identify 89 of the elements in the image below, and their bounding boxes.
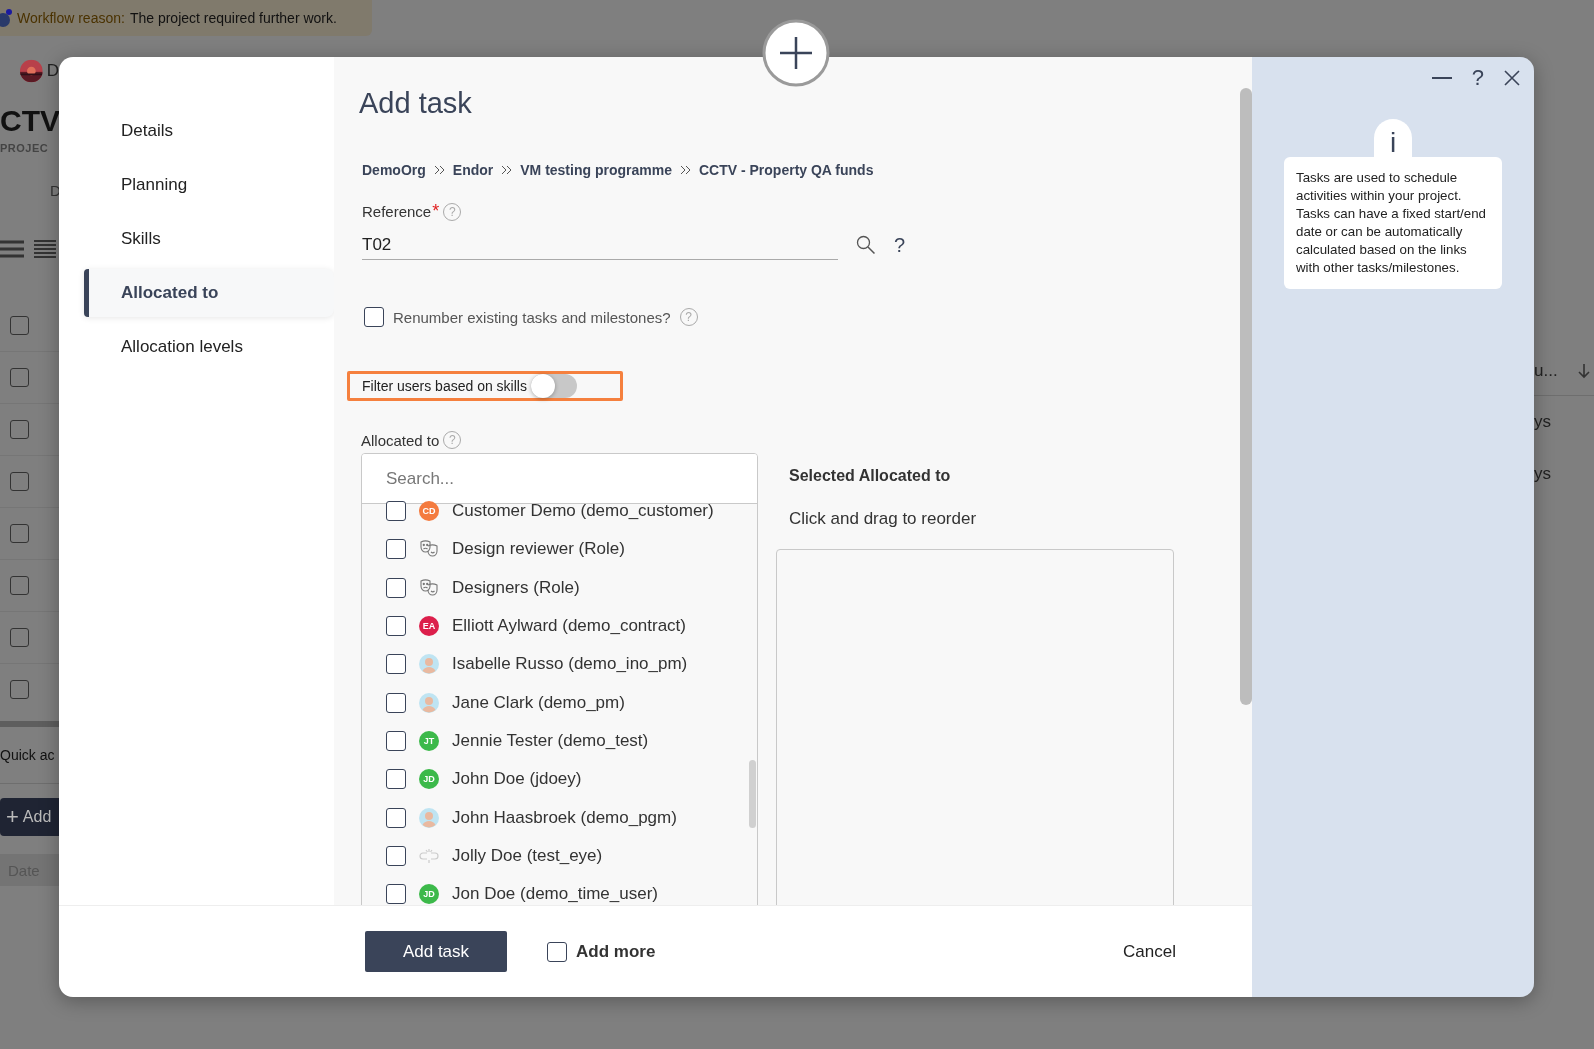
- user-checkbox[interactable]: [386, 616, 406, 637]
- row-checkbox[interactable]: [10, 628, 29, 647]
- masks-icon: [419, 539, 439, 560]
- checkbox-label: Renumber existing tasks and milestones?: [393, 308, 671, 326]
- scrollbar[interactable]: [1240, 88, 1252, 705]
- user-name: Jane Clark (demo_pm): [452, 692, 625, 713]
- user-avatar-icon: [419, 654, 439, 675]
- user-checkbox[interactable]: [386, 539, 406, 560]
- row-checkbox[interactable]: [10, 680, 29, 699]
- nav-item[interactable]: Planning: [84, 161, 334, 209]
- user-name: Customer Demo (demo_customer): [452, 501, 714, 522]
- renumber-checkbox[interactable]: [364, 307, 384, 327]
- user-checkbox[interactable]: [386, 769, 406, 790]
- help-button[interactable]: ?: [894, 233, 906, 257]
- user-avatar-icon: [419, 807, 439, 828]
- hint-text: Click and drag to reorder: [789, 509, 978, 529]
- row-checkbox[interactable]: [10, 472, 29, 491]
- user-checkbox[interactable]: [386, 730, 406, 751]
- nav-item[interactable]: Allocated to: [84, 269, 334, 317]
- user-name: Elliott Aylward (demo_contract): [452, 616, 686, 637]
- user-name: Designers (Role): [452, 577, 580, 598]
- banner-text: The project required further work.: [129, 10, 337, 26]
- field-label: Reference: [362, 203, 432, 220]
- sort-arrow-icon[interactable]: [1578, 362, 1590, 379]
- status-icon: [0, 8, 12, 28]
- checkbox-label: Add more: [576, 941, 656, 962]
- compact-list-icon[interactable]: [34, 239, 56, 259]
- nav-item[interactable]: Allocation levels: [84, 323, 334, 371]
- reference-field[interactable]: T02: [362, 230, 838, 260]
- breadcrumb-link[interactable]: Endor: [452, 162, 494, 178]
- row-checkbox[interactable]: [10, 368, 29, 387]
- search-field[interactable]: Search...: [362, 454, 757, 504]
- search-icon[interactable]: [856, 235, 876, 255]
- section-title: Selected Allocated to: [789, 467, 952, 485]
- add-button[interactable]: + Add: [0, 798, 59, 836]
- user-name: Jon Doe (demo_time_user): [452, 884, 658, 905]
- user-checkbox[interactable]: [386, 692, 406, 713]
- add-task-button[interactable]: Add task: [365, 931, 507, 972]
- breadcrumb-link[interactable]: VM testing programme: [520, 162, 672, 178]
- user-checkbox[interactable]: [386, 884, 406, 905]
- breadcrumb-link[interactable]: CCTV - Property QA funds: [698, 162, 874, 178]
- initials-avatar: EA: [419, 616, 439, 637]
- table-cell: ys: [1534, 464, 1551, 484]
- row-checkbox[interactable]: [10, 524, 29, 543]
- nav-item[interactable]: Details: [84, 107, 334, 155]
- user-checkbox[interactable]: [386, 845, 406, 866]
- cancel-button[interactable]: Cancel: [1117, 940, 1182, 963]
- nav-item[interactable]: Skills: [84, 215, 334, 263]
- info-mark: i: [1374, 119, 1412, 157]
- table-cell: ys: [1534, 412, 1551, 432]
- user-name: D: [46, 61, 59, 81]
- close-button[interactable]: [1504, 70, 1520, 86]
- list-view-icon[interactable]: [0, 239, 24, 259]
- chevron-icon: [501, 165, 513, 175]
- user-name: John Haasbroek (demo_pgm): [452, 807, 677, 828]
- scrollbar[interactable]: [749, 760, 756, 828]
- initials-avatar: JD: [419, 884, 439, 905]
- row-checkbox[interactable]: [10, 420, 29, 439]
- user-avatar-icon: [419, 692, 439, 713]
- info-text: Tasks are used to schedule activities within your project. Tasks can have a fixed start/end date or can be automatically calculated based on the links with other tasks/milestones.: [1284, 157, 1502, 289]
- project-subtitle: PROJEC: [0, 142, 50, 154]
- row-checkbox[interactable]: [10, 576, 29, 595]
- user-name: Jolly Doe (test_eye): [452, 845, 603, 866]
- user-name: Isabelle Russo (demo_ino_pm): [452, 654, 688, 675]
- user-checkbox[interactable]: [386, 807, 406, 828]
- minimize-button[interactable]: [1431, 76, 1452, 80]
- initials-avatar: JD: [419, 769, 439, 790]
- row-checkbox[interactable]: [10, 315, 29, 335]
- dialog-title: Add task: [359, 87, 473, 120]
- banner-label: Workflow reason:: [17, 10, 125, 26]
- required-mark: *: [432, 201, 440, 222]
- user-checkbox[interactable]: [386, 577, 406, 598]
- help-button[interactable]: ?: [1471, 65, 1484, 91]
- user-name: Design reviewer (Role): [452, 539, 625, 560]
- add-icon[interactable]: [761, 18, 831, 88]
- user-name: John Doe (jdoey): [452, 769, 582, 790]
- column-header[interactable]: u...: [1534, 360, 1558, 381]
- toggle-label: Filter users based on skills: [362, 378, 527, 394]
- add-more-checkbox[interactable]: [547, 941, 567, 962]
- field-label: Allocated to: [361, 431, 440, 449]
- breadcrumb-link[interactable]: DemoOrg: [362, 162, 426, 178]
- chevron-icon: [433, 165, 445, 175]
- initials-avatar: JT: [419, 730, 439, 751]
- user-checkbox[interactable]: [386, 654, 406, 675]
- masks-icon: [419, 577, 439, 598]
- toggle-switch[interactable]: [530, 374, 577, 398]
- chevron-icon: [679, 165, 691, 175]
- user-name: Jennie Tester (demo_test): [452, 730, 649, 751]
- project-title: CTV: [0, 104, 59, 138]
